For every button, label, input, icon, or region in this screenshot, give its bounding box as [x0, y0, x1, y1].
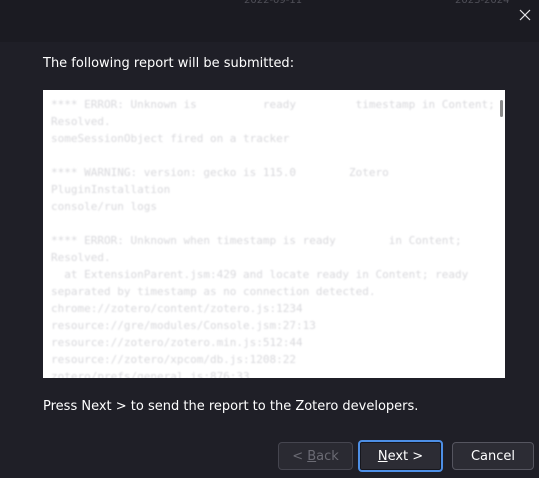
cancel-button[interactable]: Cancel: [452, 442, 534, 470]
background-window-text: 2022-09-11: [244, 0, 303, 6]
scrollbar-thumb[interactable]: [500, 100, 503, 117]
close-button[interactable]: [511, 0, 539, 30]
title-bar: 2022-09-11 2023-2024: [0, 0, 539, 42]
back-button-label: < Back: [292, 448, 339, 464]
dialog-content: The following report will be submitted: …: [0, 42, 539, 478]
report-textarea[interactable]: **** ERROR: Unknown is ready timestamp i…: [43, 90, 505, 378]
press-next-label: Press Next > to send the report to the Z…: [43, 399, 419, 414]
background-window-text-right: 2023-2024: [455, 0, 510, 6]
next-button-label: Next >: [377, 448, 424, 464]
next-button[interactable]: Next >: [358, 440, 443, 472]
intro-label: The following report will be submitted:: [43, 56, 295, 71]
back-button[interactable]: < Back: [278, 442, 353, 470]
report-text: **** ERROR: Unknown is ready timestamp i…: [51, 98, 495, 378]
report-scrollbar[interactable]: [497, 90, 505, 378]
close-icon: [519, 9, 531, 21]
